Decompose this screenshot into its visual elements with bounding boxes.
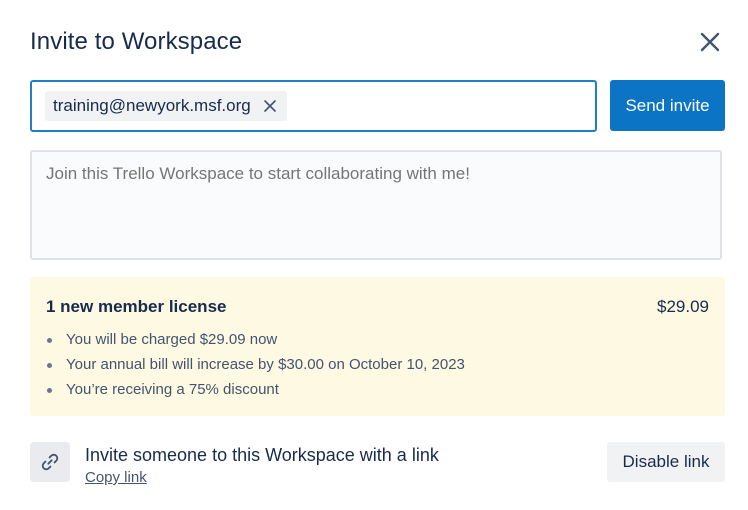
invite-dialog: Invite to Workspace training@newyork.msf… (0, 0, 748, 510)
email-input[interactable]: training@newyork.msf.org (30, 80, 597, 132)
list-item: You’re receiving a 75% discount (46, 380, 465, 405)
license-title: 1 new member license (46, 297, 227, 316)
invite-message-field[interactable] (30, 150, 722, 260)
invite-link-text: Invite someone to this Workspace with a … (85, 445, 439, 465)
license-panel: 1 new member license $29.09 You will be … (30, 277, 725, 416)
dialog-title: Invite to Workspace (30, 28, 243, 55)
list-item: Your annual bill will increase by $30.00… (46, 355, 465, 380)
email-chip-label: training@newyork.msf.org (53, 96, 251, 115)
link-icon (41, 453, 59, 471)
close-icon (263, 100, 276, 112)
remove-email-button[interactable] (263, 99, 277, 113)
email-chip: training@newyork.msf.org (45, 91, 287, 121)
copy-link[interactable]: Copy link (85, 469, 147, 486)
bullet-icon (47, 388, 52, 393)
link-icon-tile (30, 442, 70, 482)
license-details: You will be charged $29.09 now Your annu… (46, 330, 465, 405)
bullet-icon (47, 338, 52, 343)
license-price: $29.09 (657, 297, 709, 316)
bullet-icon (47, 363, 52, 368)
list-item: You will be charged $29.09 now (46, 330, 465, 355)
close-button[interactable] (694, 26, 726, 58)
send-invite-button[interactable]: Send invite (610, 80, 725, 131)
close-icon (700, 32, 720, 52)
disable-link-button[interactable]: Disable link (607, 442, 725, 482)
